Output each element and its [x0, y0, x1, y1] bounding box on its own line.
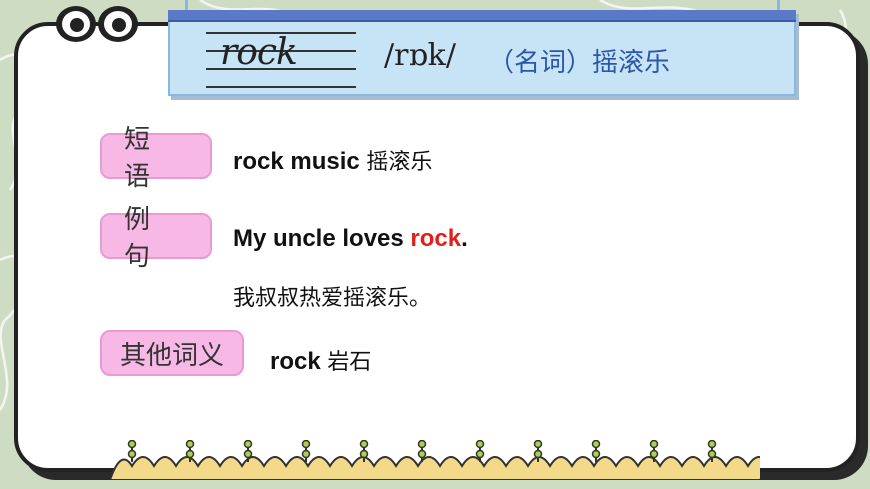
- phrase-label-text: 短语: [124, 125, 173, 192]
- title-band: [168, 10, 796, 22]
- phrase-line: rock music 摇滚乐: [233, 144, 432, 176]
- example-sentence-after: .: [461, 225, 468, 252]
- other-meaning-line: rock 岩石: [270, 344, 371, 376]
- example-label: 例句: [100, 205, 212, 272]
- phrase-label: 短语: [100, 125, 212, 192]
- part-of-speech-definition: （名词）摇滚乐: [488, 48, 671, 78]
- example-sentence-before: My uncle loves: [233, 225, 411, 252]
- example-sentence-highlight: rock: [410, 225, 462, 252]
- phonetic: /rɒk/: [384, 38, 456, 73]
- other-meaning-chinese: 岩石: [327, 350, 372, 375]
- other-meaning-english: rock: [270, 348, 321, 375]
- phrase-chinese: 摇滚乐: [366, 150, 433, 175]
- flower-ground-icon: [110, 440, 760, 480]
- vocab-word: rock: [220, 32, 298, 73]
- phrase-english: rock music: [233, 148, 360, 175]
- example-translation: 我叔叔热爱摇滚乐。: [233, 286, 432, 311]
- title-board: rock /rɒk/ （名词）摇滚乐: [168, 10, 796, 96]
- example-sentence: My uncle loves rock.: [233, 225, 468, 253]
- eyes-decoration-icon: [56, 6, 140, 42]
- other-meaning-label: 其他词义: [100, 330, 244, 376]
- example-label-text: 例句: [124, 205, 173, 272]
- other-meaning-label-text: 其他词义: [119, 340, 224, 371]
